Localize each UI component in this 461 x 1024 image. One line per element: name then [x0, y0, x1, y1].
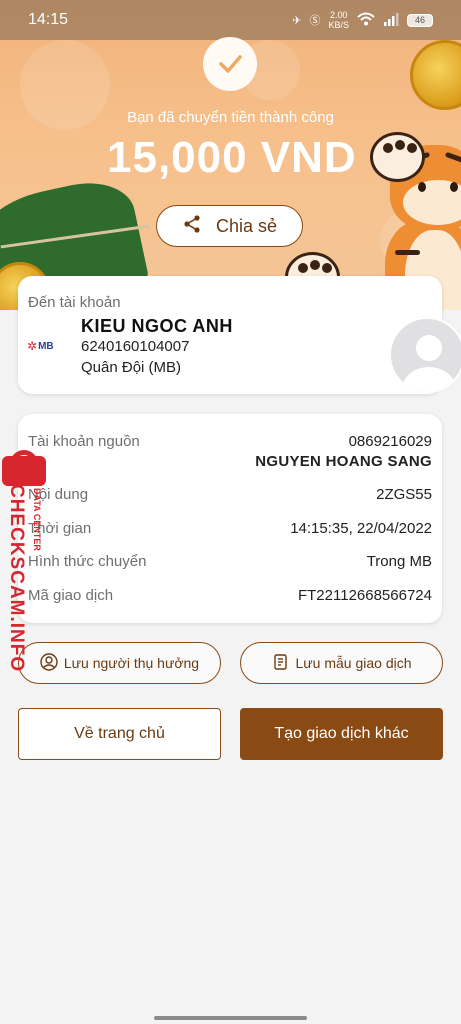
document-icon	[272, 653, 290, 674]
share-button[interactable]: Chia sẻ	[156, 205, 303, 247]
status-time: 14:15	[28, 11, 69, 28]
beneficiary-avatar	[389, 317, 461, 393]
wifi-icon	[357, 12, 375, 29]
beneficiary-account: 6240160104007	[81, 338, 190, 355]
lock-icon	[2, 456, 46, 486]
mute-icon: ✈︎	[292, 14, 302, 27]
bank-logo-text: MB	[38, 340, 54, 352]
beneficiary-name: KIEU NGOC ANH	[81, 316, 233, 336]
destination-label: Đến tài khoản	[28, 294, 121, 311]
share-label: Chia sẻ	[215, 215, 278, 236]
save-beneficiary-label: Lưu người thụ hưởng	[63, 655, 200, 671]
success-message: Bạn đã chuyển tiền thành công	[127, 109, 334, 126]
signal-icon	[383, 12, 399, 29]
network-speed: 2.00 KB/S	[328, 10, 349, 30]
beneficiary-bank: Quân Đội (MB)	[81, 359, 182, 376]
save-template-label: Lưu mẫu giao dịch	[295, 655, 412, 671]
save-template-button[interactable]: Lưu mẫu giao dịch	[240, 642, 443, 684]
transaction-id-value: FT22112668566724	[297, 587, 432, 604]
transaction-details-card: Tài khoản nguồn 0869216029 NGUYEN HOANG …	[18, 414, 442, 623]
home-indicator[interactable]	[154, 1016, 307, 1020]
watermark-text: CHECKSCAM.INFO	[6, 484, 27, 673]
shield-s-icon: Ⓢ	[309, 15, 321, 27]
content-value: 2ZGS55	[376, 486, 432, 503]
share-icon	[182, 214, 202, 239]
status-icons: ✈︎ Ⓢ 2.00 KB/S 46	[292, 10, 433, 30]
checkscam-watermark: DATA CENTER CHECKSCAM.INFO	[0, 450, 50, 680]
new-transaction-button[interactable]: Tạo giao dịch khác	[240, 708, 443, 760]
destination-card: Đến tài khoản ✲ MB KIEU NGOC ANH 6240160…	[18, 276, 442, 394]
status-bar: 14:15 ✈︎ Ⓢ 2.00 KB/S 46	[0, 0, 461, 40]
method-value: Trong MB	[366, 553, 432, 570]
source-account-name: NGUYEN HOANG SANG	[255, 453, 432, 470]
transfer-amount: 15,000 VND	[107, 133, 357, 182]
battery-icon: 46	[407, 13, 433, 27]
watermark-subtitle: DATA CENTER	[32, 488, 42, 551]
home-button[interactable]: Về trang chủ	[18, 708, 221, 760]
source-account-number: 0869216029	[348, 433, 432, 450]
success-check-icon	[203, 37, 257, 91]
time-value: 14:15:35, 22/04/2022	[290, 520, 432, 537]
network-speed-unit: KB/S	[328, 20, 349, 30]
mb-star-icon: ✲	[27, 339, 38, 353]
network-speed-value: 2.00	[329, 10, 348, 20]
source-account-label: Tài khoản nguồn	[28, 433, 140, 450]
gold-coin-icon	[410, 40, 461, 110]
mb-bank-logo: ✲ MB	[27, 339, 54, 353]
